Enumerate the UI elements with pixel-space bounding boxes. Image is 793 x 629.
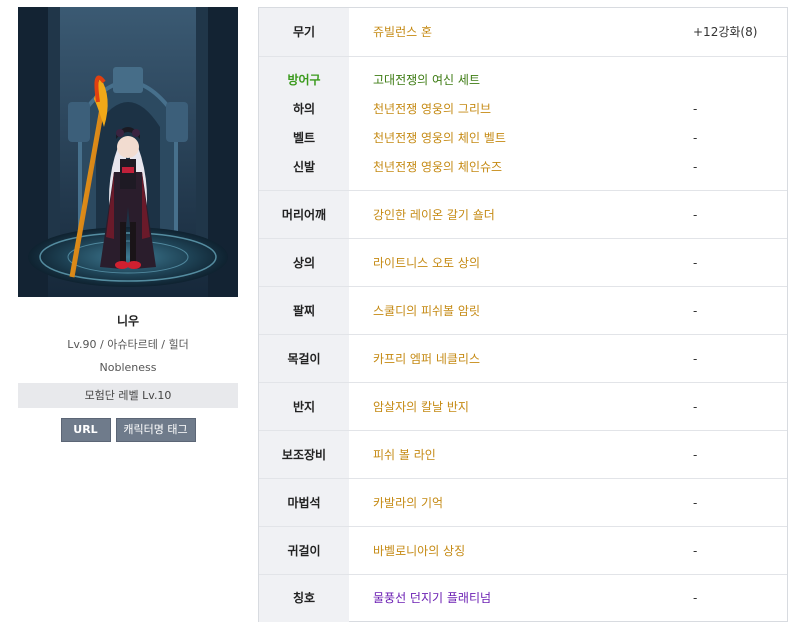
enhance-value-top: - [693,256,698,270]
item-name-earring[interactable]: 바벨로니아의 상징 [373,537,465,566]
slot-label-earring: 귀걸이 [287,544,321,558]
equipment-row-title: 칭호 물풍선 던지기 플래티넘 - [259,574,787,622]
equipment-row-weapon: 무기 쥬빌런스 혼 +12강화(8) [259,8,787,56]
adventure-level: 모험단 레벨 Lv.10 [18,383,238,408]
enhance-value-pants: - [693,102,698,116]
enhance-value-weapon: +12강화(8) [693,25,758,39]
item-name-necklace[interactable]: 카프리 엠퍼 네클리스 [373,345,480,374]
enhance-value-bracelet: - [693,304,698,318]
slot-label-armor: 방어구 [287,73,321,87]
slot-label-magic-stone: 마법석 [287,496,321,510]
button-group: URL 캐릭터명 태그 [18,418,238,442]
character-illustration [18,7,238,297]
equipment-row-earring: 귀걸이 바벨로니아의 상징 - [259,526,787,575]
item-name-belt[interactable]: 천년전쟁 영웅의 체인 벨트 [373,124,506,153]
slot-label-weapon: 무기 [292,25,316,39]
slot-label-belt: 벨트 [292,131,316,145]
slot-label-necklace: 목걸이 [287,352,321,366]
item-name-pants[interactable]: 천년전쟁 영웅의 그리브 [373,95,491,124]
slot-label-shoulder: 머리어깨 [281,208,327,222]
slot-label-ring: 반지 [292,400,316,414]
equipment-row-ring: 반지 암살자의 칼날 반지 - [259,382,787,431]
item-name-support[interactable]: 피쉬 볼 라인 [373,441,436,470]
slot-label-bracelet: 팔찌 [292,304,316,318]
set-name-armor[interactable]: 고대전쟁의 여신 세트 [373,66,480,95]
character-panel: 니우 Lv.90 / 아슈타르테 / 힐더 Nobleness 모험단 레벨 L… [18,7,238,442]
slot-label-shoes: 신발 [292,160,316,174]
character-name: 니우 [116,314,140,328]
item-name-weapon[interactable]: 쥬빌런스 혼 [373,18,432,47]
slot-label-support: 보조장비 [281,448,327,462]
character-guild: Nobleness [99,361,157,374]
enhance-value-belt: - [693,131,698,145]
equipment-row-shoulder: 머리어깨 강인한 레이온 갈기 숄더 - [259,190,787,239]
item-name-title[interactable]: 물풍선 던지기 플래티넘 [373,584,491,613]
item-name-top[interactable]: 라이트니스 오토 상의 [373,249,480,278]
enhance-value-necklace: - [693,352,698,366]
enhance-value-shoes: - [693,160,698,174]
item-name-magic-stone[interactable]: 카발라의 기억 [373,489,443,518]
equipment-row-magic-stone: 마법석 카발라의 기억 - [259,478,787,527]
item-name-bracelet[interactable]: 스쿨디의 피쉬볼 암릿 [373,297,480,326]
enhance-value-title: - [693,591,698,605]
item-name-shoulder[interactable]: 강인한 레이온 갈기 숄더 [373,201,495,230]
character-tag-button[interactable]: 캐릭터명 태그 [115,418,196,442]
enhance-value-earring: - [693,544,698,558]
character-info: Lv.90 / 아슈타르테 / 힐더 [67,338,189,351]
equipment-row-top: 상의 라이트니스 오토 상의 - [259,238,787,287]
equipment-table: 무기 쥬빌런스 혼 +12강화(8) 방어구 고대전쟁의 여신 세트 하의 천년… [258,7,788,622]
character-portrait [18,7,238,297]
url-button[interactable]: URL [60,418,111,442]
slot-label-title: 칭호 [292,591,316,605]
equipment-row-armor-set: 방어구 고대전쟁의 여신 세트 하의 천년전쟁 영웅의 그리브 - 벨트 천년전… [259,56,787,191]
slot-label-top: 상의 [292,256,316,270]
equipment-row-necklace: 목걸이 카프리 엠퍼 네클리스 - [259,334,787,383]
enhance-value-ring: - [693,400,698,414]
equipment-row-support: 보조장비 피쉬 볼 라인 - [259,430,787,479]
equipment-row-bracelet: 팔찌 스쿨디의 피쉬볼 암릿 - [259,286,787,335]
slot-label-pants: 하의 [292,102,316,116]
enhance-value-shoulder: - [693,208,698,222]
item-name-ring[interactable]: 암살자의 칼날 반지 [373,393,469,422]
item-name-shoes[interactable]: 천년전쟁 영웅의 체인슈즈 [373,153,502,182]
enhance-value-support: - [693,448,698,462]
enhance-value-magic-stone: - [693,496,698,510]
